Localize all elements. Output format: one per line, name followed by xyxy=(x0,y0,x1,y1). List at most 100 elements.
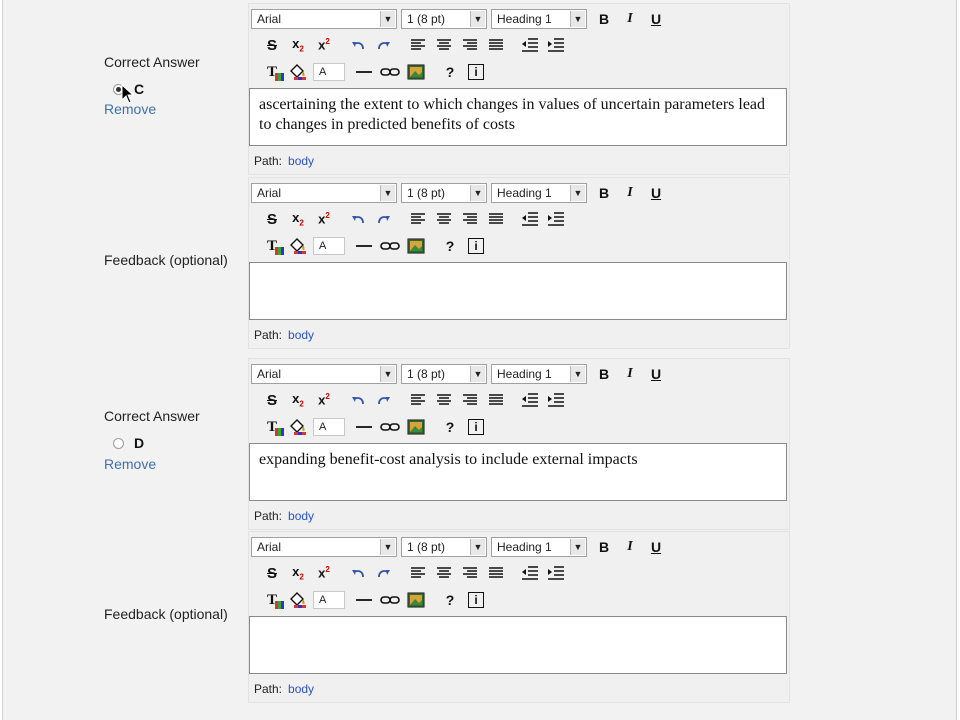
bold-button[interactable]: B xyxy=(591,536,617,558)
align-right-button[interactable] xyxy=(457,389,483,411)
font-color-box[interactable]: A xyxy=(313,63,345,81)
bold-button[interactable]: B xyxy=(591,8,617,30)
path-body-link[interactable]: body xyxy=(288,154,314,168)
redo-button[interactable] xyxy=(371,208,397,230)
strikethrough-button[interactable]: S xyxy=(259,562,285,584)
background-color-button[interactable] xyxy=(285,589,311,611)
font-family-select[interactable]: Arial ▼ xyxy=(251,9,397,29)
underline-button[interactable]: U xyxy=(643,536,669,558)
font-color-box[interactable]: A xyxy=(313,591,345,609)
strikethrough-button[interactable]: S xyxy=(259,208,285,230)
font-color-box[interactable]: A xyxy=(313,237,345,255)
remove-answer-d-link[interactable]: Remove xyxy=(104,456,156,472)
insert-image-button[interactable] xyxy=(403,235,429,257)
horizontal-rule-button[interactable] xyxy=(351,416,377,438)
underline-button[interactable]: U xyxy=(643,8,669,30)
align-left-button[interactable] xyxy=(405,34,431,56)
indent-button[interactable] xyxy=(543,562,569,584)
font-size-select[interactable]: 1 (8 pt) ▼ xyxy=(401,537,487,557)
undo-button[interactable] xyxy=(345,208,371,230)
font-family-select[interactable]: Arial ▼ xyxy=(251,364,397,384)
undo-button[interactable] xyxy=(345,389,371,411)
align-left-button[interactable] xyxy=(405,562,431,584)
indent-button[interactable] xyxy=(543,389,569,411)
redo-button[interactable] xyxy=(371,562,397,584)
italic-button[interactable]: I xyxy=(617,536,643,558)
path-body-link[interactable]: body xyxy=(288,682,314,696)
superscript-button[interactable]: x2 xyxy=(311,562,337,584)
justify-button[interactable] xyxy=(483,562,509,584)
horizontal-rule-button[interactable] xyxy=(351,235,377,257)
outdent-button[interactable] xyxy=(517,208,543,230)
background-color-button[interactable] xyxy=(285,61,311,83)
insert-image-button[interactable] xyxy=(403,61,429,83)
outdent-button[interactable] xyxy=(517,562,543,584)
text-color-button[interactable]: T xyxy=(259,589,285,611)
info-button[interactable]: i xyxy=(463,416,489,438)
format-select[interactable]: Heading 1 ▼ xyxy=(491,183,587,203)
align-right-button[interactable] xyxy=(457,208,483,230)
underline-button[interactable]: U xyxy=(643,363,669,385)
background-color-button[interactable] xyxy=(285,235,311,257)
font-family-select[interactable]: Arial ▼ xyxy=(251,537,397,557)
superscript-button[interactable]: x2 xyxy=(311,389,337,411)
info-button[interactable]: i xyxy=(463,235,489,257)
horizontal-rule-button[interactable] xyxy=(351,61,377,83)
help-button[interactable]: ? xyxy=(437,235,463,257)
text-color-button[interactable]: T xyxy=(259,235,285,257)
bold-button[interactable]: B xyxy=(591,182,617,204)
horizontal-rule-button[interactable] xyxy=(351,589,377,611)
insert-image-button[interactable] xyxy=(403,589,429,611)
align-center-button[interactable] xyxy=(431,562,457,584)
format-select[interactable]: Heading 1 ▼ xyxy=(491,364,587,384)
align-left-button[interactable] xyxy=(405,389,431,411)
indent-button[interactable] xyxy=(543,208,569,230)
info-button[interactable]: i xyxy=(463,589,489,611)
editor-text-area[interactable] xyxy=(249,616,787,674)
strikethrough-button[interactable]: S xyxy=(259,389,285,411)
strikethrough-button[interactable]: S xyxy=(259,34,285,56)
text-color-button[interactable]: T xyxy=(259,416,285,438)
bold-button[interactable]: B xyxy=(591,363,617,385)
insert-link-button[interactable] xyxy=(377,589,403,611)
subscript-button[interactable]: x2 xyxy=(285,389,311,411)
editor-text-area[interactable] xyxy=(249,262,787,320)
align-center-button[interactable] xyxy=(431,208,457,230)
insert-link-button[interactable] xyxy=(377,61,403,83)
italic-button[interactable]: I xyxy=(617,8,643,30)
redo-button[interactable] xyxy=(371,34,397,56)
undo-button[interactable] xyxy=(345,562,371,584)
justify-button[interactable] xyxy=(483,389,509,411)
subscript-button[interactable]: x2 xyxy=(285,208,311,230)
subscript-button[interactable]: x2 xyxy=(285,562,311,584)
editor-text-area[interactable]: expanding benefit-cost analysis to inclu… xyxy=(249,443,787,501)
align-right-button[interactable] xyxy=(457,562,483,584)
info-button[interactable]: i xyxy=(463,61,489,83)
align-left-button[interactable] xyxy=(405,208,431,230)
help-button[interactable]: ? xyxy=(437,61,463,83)
align-right-button[interactable] xyxy=(457,34,483,56)
path-body-link[interactable]: body xyxy=(288,328,314,342)
italic-button[interactable]: I xyxy=(617,363,643,385)
font-color-box[interactable]: A xyxy=(313,418,345,436)
background-color-button[interactable] xyxy=(285,416,311,438)
insert-link-button[interactable] xyxy=(377,235,403,257)
redo-button[interactable] xyxy=(371,389,397,411)
path-body-link[interactable]: body xyxy=(288,509,314,523)
format-select[interactable]: Heading 1 ▼ xyxy=(491,537,587,557)
indent-button[interactable] xyxy=(543,34,569,56)
insert-image-button[interactable] xyxy=(403,416,429,438)
help-button[interactable]: ? xyxy=(437,416,463,438)
align-center-button[interactable] xyxy=(431,389,457,411)
editor-text-area[interactable]: ascertaining the extent to which changes… xyxy=(249,88,787,146)
font-size-select[interactable]: 1 (8 pt) ▼ xyxy=(401,9,487,29)
outdent-button[interactable] xyxy=(517,389,543,411)
underline-button[interactable]: U xyxy=(643,182,669,204)
justify-button[interactable] xyxy=(483,208,509,230)
italic-button[interactable]: I xyxy=(617,182,643,204)
align-center-button[interactable] xyxy=(431,34,457,56)
help-button[interactable]: ? xyxy=(437,589,463,611)
superscript-button[interactable]: x2 xyxy=(311,208,337,230)
text-color-button[interactable]: T xyxy=(259,61,285,83)
correct-answer-radio-d[interactable] xyxy=(113,437,124,449)
